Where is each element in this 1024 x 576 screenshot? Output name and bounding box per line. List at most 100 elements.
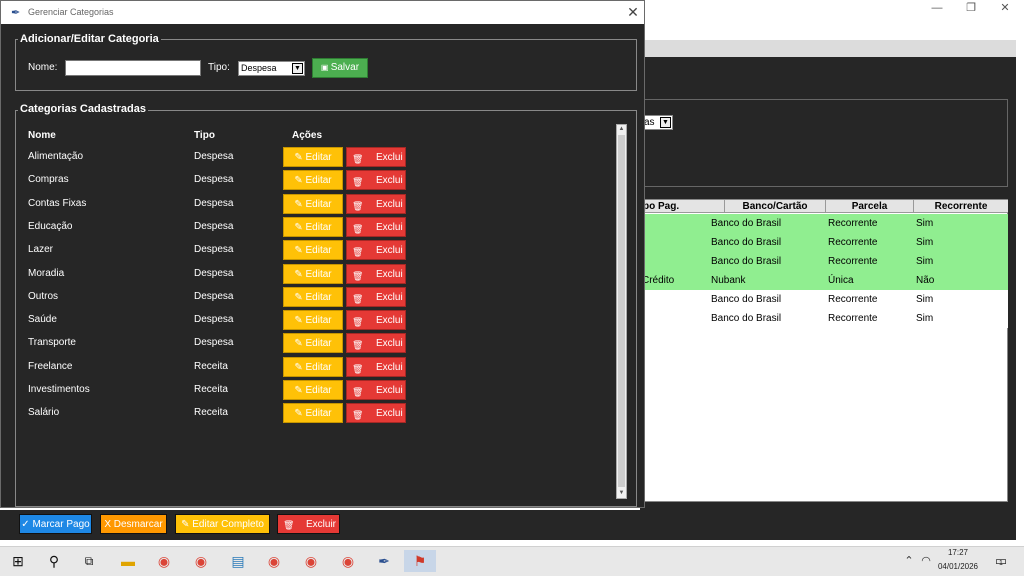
filter-combobox[interactable]: as ▼ xyxy=(641,115,673,130)
cell-banco: Banco do Brasil xyxy=(711,218,782,229)
edit-label: Editar xyxy=(305,175,332,187)
delete-category-button[interactable]: 🗑 Exclui xyxy=(346,147,406,167)
transactions-table[interactable]: po Pag. Banco/Cartão Parcela Recorrente … xyxy=(641,199,1008,502)
col-header-recorrente[interactable]: Recorrente xyxy=(914,200,1008,213)
chevron-down-icon[interactable]: ▼ xyxy=(660,117,671,128)
mark-paid-button[interactable]: ✓ Marcar Pago xyxy=(19,514,92,534)
delete-label: Exclui xyxy=(376,408,403,420)
delete-category-button[interactable]: 🗑 Exclui xyxy=(346,286,406,307)
col-header-banco[interactable]: Banco/Cartão xyxy=(725,200,826,213)
notepad-icon[interactable]: ▤ xyxy=(227,550,249,572)
category-name: Transporte xyxy=(28,337,76,349)
col-header-acoes: Ações xyxy=(292,130,323,141)
category-row: Moradia Despesa ✎ Editar 🗑 Exclui xyxy=(1,263,621,287)
delete-category-button[interactable]: 🗑 Exclui xyxy=(346,170,406,191)
windows-start-icon[interactable]: ⊞ xyxy=(7,550,29,572)
name-input[interactable] xyxy=(65,60,201,76)
file-explorer-icon[interactable]: ▬ xyxy=(117,550,139,572)
clock-time[interactable]: 17:27 xyxy=(934,548,982,557)
category-tipo: Receita xyxy=(194,360,228,372)
category-tipo: Receita xyxy=(194,384,228,395)
pencil-icon: ✎ xyxy=(294,408,306,420)
category-row: Contas Fixas Despesa ✎ Editar 🗑 Exclui xyxy=(1,193,621,217)
save-button[interactable]: ▣ Salvar xyxy=(312,58,368,78)
trash-icon: 🗑 xyxy=(352,270,364,281)
delete-button[interactable]: 🗑 Excluir xyxy=(277,514,340,534)
scroll-down-icon[interactable]: ▼ xyxy=(617,489,626,498)
chevron-down-icon[interactable]: ▼ xyxy=(292,63,303,74)
trash-icon: 🗑 xyxy=(352,363,364,374)
task-view-icon[interactable]: ⧉ xyxy=(78,550,100,572)
table-row[interactable]: Banco do Brasil Recorrente Sim xyxy=(642,214,1008,233)
feather-icon: ✒ xyxy=(11,7,21,19)
delete-category-button[interactable]: 🗑 Exclui xyxy=(346,310,406,331)
tipo-label: Tipo: xyxy=(208,62,230,73)
chrome-profile-icon-3[interactable]: ◉ xyxy=(337,550,359,572)
edit-category-button[interactable]: ✎ Editar xyxy=(283,403,343,424)
trash-icon: 🗑 xyxy=(352,293,364,304)
cell-banco: Banco do Brasil xyxy=(711,313,782,324)
edit-category-button[interactable]: ✎ Editar xyxy=(283,356,343,377)
pencil-icon: ✎ xyxy=(181,519,193,530)
category-row: Alimentação Despesa ✎ Editar 🗑 Exclui xyxy=(1,147,621,170)
category-tipo: Despesa xyxy=(194,220,234,232)
chrome-profile-icon-2[interactable]: ◉ xyxy=(300,550,322,572)
save-label: Salvar xyxy=(330,62,360,73)
trash-icon: 🗑 xyxy=(283,520,295,530)
delete-category-button[interactable]: 🗑 Exclui xyxy=(346,356,406,377)
delete-category-button[interactable]: 🗑 Exclui xyxy=(346,380,406,400)
unmark-button[interactable]: X Desmarcar xyxy=(100,514,167,534)
delete-category-button[interactable]: 🗑 Exclui xyxy=(346,216,406,237)
search-icon[interactable]: ⚲ xyxy=(43,550,65,572)
table-row[interactable]: Crédito Nubank Única Não xyxy=(642,271,1008,290)
trash-icon: 🗑 xyxy=(352,223,364,234)
edit-category-button[interactable]: ✎ Editar xyxy=(283,333,343,354)
minimize-button[interactable]: — xyxy=(920,0,954,16)
chrome-profile-icon[interactable]: ◉ xyxy=(190,550,212,572)
col-header-tipo: Tipo xyxy=(194,130,215,141)
delete-label: Exclui xyxy=(376,361,403,373)
tipo-combobox[interactable]: Despesa ▼ xyxy=(238,61,305,76)
cell-parcela: Única xyxy=(828,275,854,286)
scroll-up-icon[interactable]: ▲ xyxy=(617,125,626,134)
edit-category-button[interactable]: ✎ Editar xyxy=(283,380,343,400)
main-menubar xyxy=(640,40,1016,57)
delete-category-button[interactable]: 🗑 Exclui xyxy=(346,193,406,214)
edit-category-button[interactable]: ✎ Editar xyxy=(283,216,343,237)
chrome-icon[interactable]: ◉ xyxy=(153,550,175,572)
clock-date[interactable]: 04/01/2026 xyxy=(934,562,982,571)
delete-category-button[interactable]: 🗑 Exclui xyxy=(346,333,406,354)
edit-category-button[interactable]: ✎ Editar xyxy=(283,240,343,261)
table-row[interactable]: Banco do Brasil Recorrente Sim xyxy=(642,309,1008,328)
list-scrollbar[interactable]: ▲ ▼ xyxy=(616,124,627,499)
cell-banco: Banco do Brasil xyxy=(711,237,782,248)
chrome-icon-2[interactable]: ◉ xyxy=(263,550,285,572)
category-name: Contas Fixas xyxy=(28,197,87,209)
dialog-close-button[interactable]: ✕ xyxy=(623,1,643,23)
feather-app-icon[interactable]: ✒ xyxy=(373,550,395,572)
edit-category-button[interactable]: ✎ Editar xyxy=(283,193,343,214)
delete-category-button[interactable]: 🗑 Exclui xyxy=(346,240,406,261)
edit-label: Editar xyxy=(305,152,332,163)
delete-label: Exclui xyxy=(376,291,403,303)
edit-category-button[interactable]: ✎ Editar xyxy=(283,147,343,167)
col-header-tipo-pag[interactable]: po Pag. xyxy=(642,200,725,213)
category-name: Freelance xyxy=(28,360,73,372)
edit-full-button[interactable]: ✎ Editar Completo xyxy=(175,514,270,534)
edit-category-button[interactable]: ✎ Editar xyxy=(283,286,343,307)
edit-label: Editar xyxy=(305,338,332,350)
maximize-button[interactable]: ❐ xyxy=(954,0,988,16)
delete-category-button[interactable]: 🗑 Exclui xyxy=(346,263,406,284)
col-header-parcela[interactable]: Parcela xyxy=(826,200,914,213)
python-app-icon[interactable]: ⚑ xyxy=(404,550,436,572)
edit-category-button[interactable]: ✎ Editar xyxy=(283,310,343,331)
close-window-button[interactable]: ✕ xyxy=(988,0,1022,16)
cell-banco: Banco do Brasil xyxy=(711,256,782,267)
table-row[interactable]: Banco do Brasil Recorrente Sim xyxy=(642,233,1008,252)
edit-category-button[interactable]: ✎ Editar xyxy=(283,263,343,284)
edit-category-button[interactable]: ✎ Editar xyxy=(283,170,343,191)
delete-category-button[interactable]: 🗑 Exclui xyxy=(346,403,406,424)
table-row[interactable]: Banco do Brasil Recorrente Sim xyxy=(642,252,1008,271)
table-row[interactable]: Banco do Brasil Recorrente Sim xyxy=(642,290,1008,309)
scroll-thumb[interactable] xyxy=(618,135,625,487)
